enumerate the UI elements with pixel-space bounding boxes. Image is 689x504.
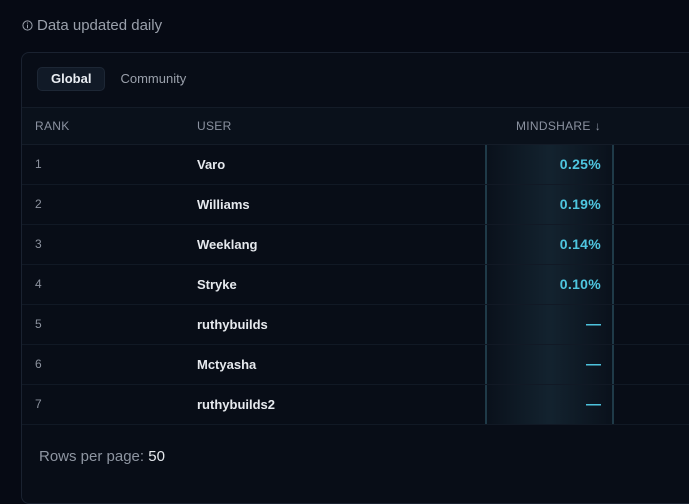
rank-cell: 1 <box>35 157 42 171</box>
table-row[interactable]: 7 ruthybuilds2 — <box>22 384 689 425</box>
sort-descending-icon: ↓ <box>594 119 601 133</box>
table-header-row: RANK USER MINDSHARE ↓ <box>22 108 689 145</box>
leaderboard-table: RANK USER MINDSHARE ↓ 1 Varo 0.25% 2 Wil… <box>22 107 689 425</box>
rank-column-header: RANK <box>35 119 70 133</box>
rank-cell: 5 <box>35 317 42 331</box>
rows-per-page-select[interactable]: 50 <box>148 448 165 465</box>
notice-text: Data updated daily <box>37 17 163 34</box>
user-cell[interactable]: Mctyasha <box>197 344 256 384</box>
user-cell[interactable]: Varo <box>197 144 225 184</box>
mindshare-cell: — <box>586 355 601 373</box>
table-row[interactable]: 4 Stryke 0.10% <box>22 264 689 305</box>
table-row[interactable]: 2 Williams 0.19% <box>22 184 689 225</box>
user-column-header: USER <box>197 119 232 133</box>
rank-cell: 3 <box>35 237 42 251</box>
pagination-footer: Rows per page: 50 <box>39 448 165 465</box>
user-cell[interactable]: Weeklang <box>197 224 257 264</box>
mindshare-cell: 0.25% <box>559 156 601 172</box>
tab-community[interactable]: Community <box>107 67 199 91</box>
mindshare-cell: 0.14% <box>559 236 601 252</box>
mindshare-column-header[interactable]: MINDSHARE ↓ <box>487 108 601 144</box>
rank-cell: 6 <box>35 357 42 371</box>
user-cell[interactable]: ruthybuilds <box>197 304 268 344</box>
mindshare-cell: 0.19% <box>559 196 601 212</box>
user-cell[interactable]: Stryke <box>197 264 237 304</box>
data-updated-notice: Data updated daily <box>22 17 162 34</box>
mindshare-cell: — <box>586 395 601 413</box>
rank-cell: 7 <box>35 397 42 411</box>
user-cell[interactable]: Williams <box>197 184 250 224</box>
rows-per-page-label: Rows per page: <box>39 448 145 465</box>
mindshare-cell: — <box>586 315 601 333</box>
table-row[interactable]: 6 Mctyasha — <box>22 344 689 385</box>
table-row[interactable]: 1 Varo 0.25% <box>22 144 689 185</box>
tab-global[interactable]: Global <box>37 67 106 91</box>
table-row[interactable]: 3 Weeklang 0.14% <box>22 224 689 265</box>
info-icon <box>22 20 33 31</box>
rank-cell: 2 <box>35 197 42 211</box>
mindshare-cell: 0.10% <box>559 276 601 292</box>
tab-bar: Global Community <box>37 67 199 91</box>
mindshare-header-label: MINDSHARE <box>515 119 591 133</box>
leaderboard-panel: Global Community RANK USER MINDSHARE ↓ 1… <box>21 52 689 504</box>
table-row[interactable]: 5 ruthybuilds — <box>22 304 689 345</box>
rank-cell: 4 <box>35 277 42 291</box>
user-cell[interactable]: ruthybuilds2 <box>197 384 275 424</box>
